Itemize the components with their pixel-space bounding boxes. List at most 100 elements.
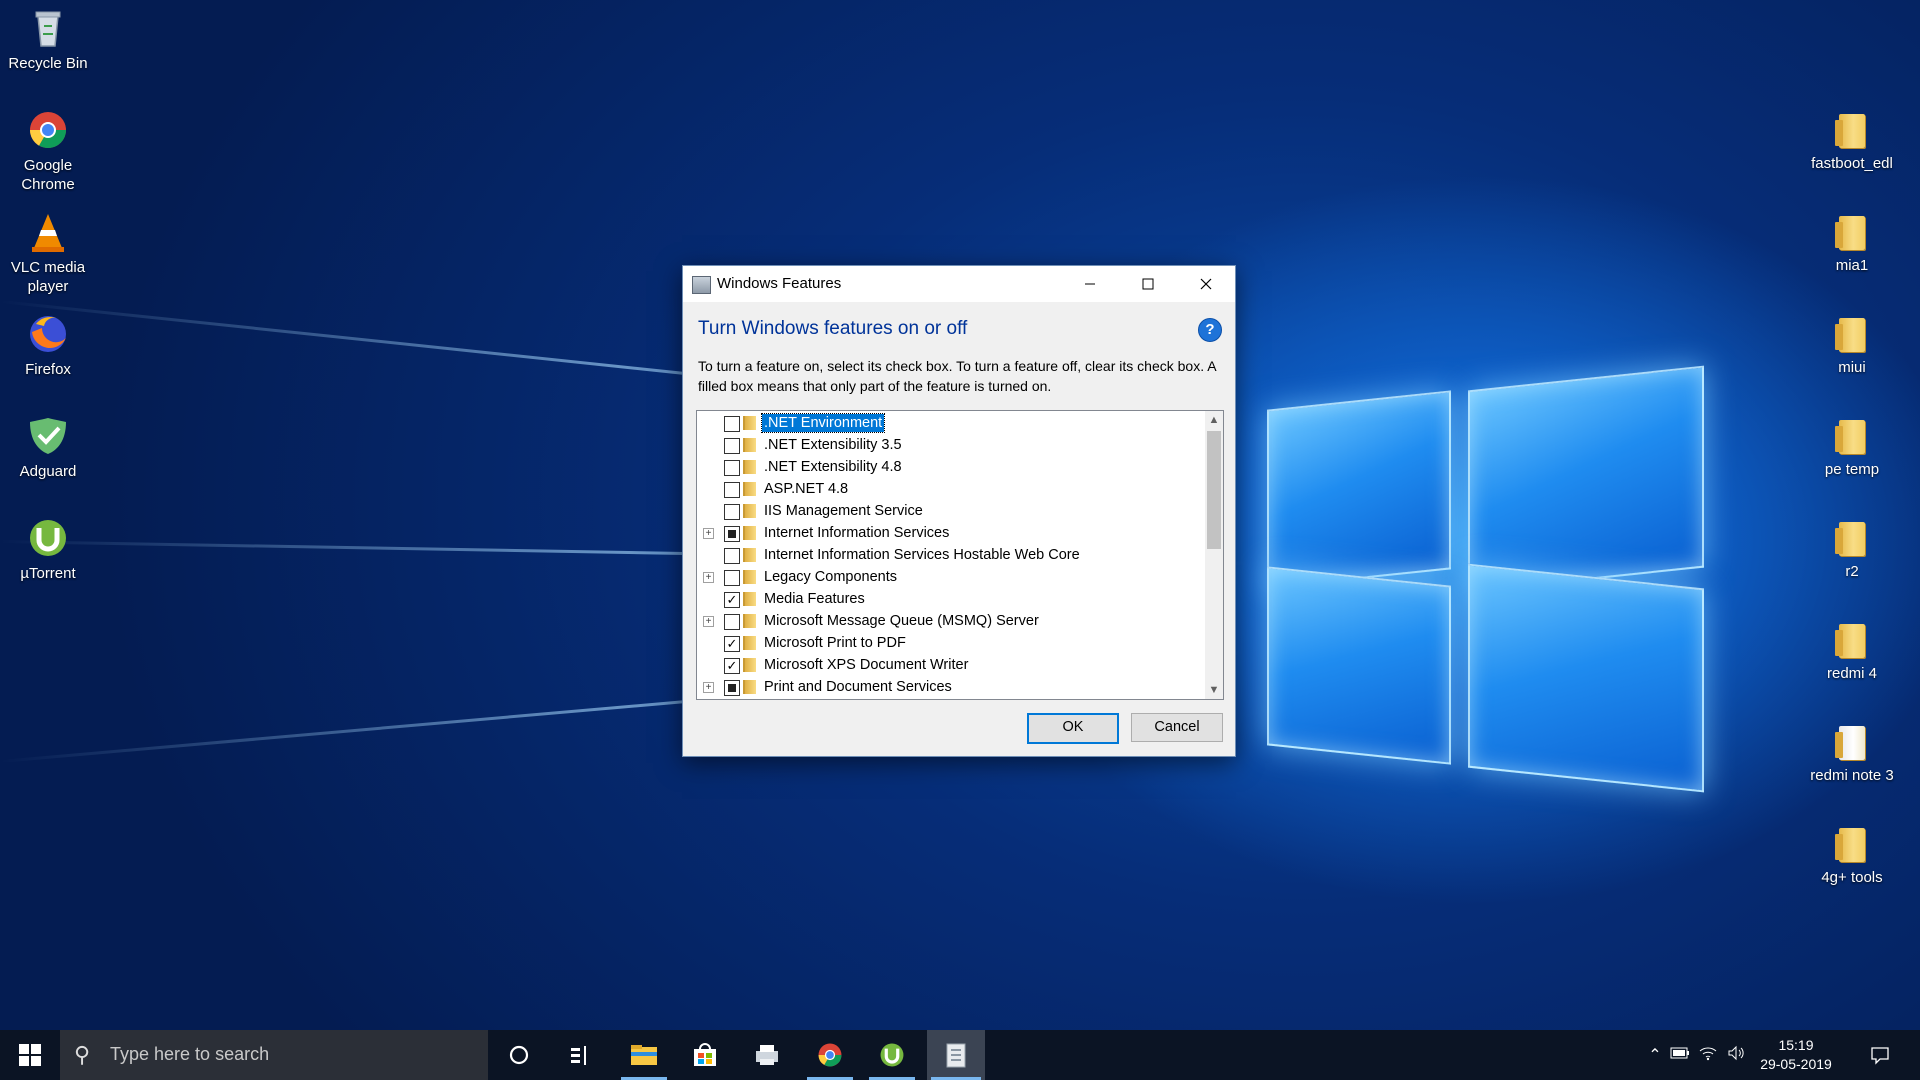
task-view-button[interactable]: [553, 1030, 607, 1080]
desktop-folder-redmi-note-3[interactable]: redmi note 3: [1804, 722, 1900, 785]
feature-row[interactable]: + Print and Document Services: [697, 677, 1202, 699]
feature-checkbox[interactable]: ✓: [724, 658, 740, 674]
scroll-down-arrow-icon[interactable]: ▼: [1205, 681, 1223, 699]
desktop-folder-redmi-4[interactable]: redmi 4: [1804, 620, 1900, 683]
action-center-button[interactable]: [1852, 1030, 1908, 1080]
taskbar-utorrent[interactable]: [865, 1030, 919, 1080]
taskbar: ⚲ Type here to search ⌃ 15:19 29-05-2019: [0, 1030, 1920, 1080]
desktop-folder-fastboot-edl[interactable]: fastboot_edl: [1804, 110, 1900, 173]
volume-icon[interactable]: [1722, 1045, 1750, 1066]
feature-label[interactable]: .NET Environment: [760, 413, 886, 433]
taskbar-clock[interactable]: 15:19 29-05-2019: [1754, 1036, 1838, 1074]
taskbar-printer-app[interactable]: [740, 1030, 794, 1080]
expand-plus-icon[interactable]: +: [703, 682, 714, 693]
printer-icon: [756, 1045, 778, 1065]
feature-checkbox[interactable]: [724, 504, 740, 520]
desktop-icon-firefox[interactable]: Firefox: [0, 312, 96, 379]
feature-row[interactable]: Internet Information Services Hostable W…: [697, 545, 1202, 567]
start-button[interactable]: [0, 1030, 60, 1080]
feature-label[interactable]: .NET Extensibility 4.8: [762, 458, 904, 476]
expand-plus-icon[interactable]: +: [703, 528, 714, 539]
feature-checkbox[interactable]: [724, 482, 740, 498]
minimize-button[interactable]: [1061, 266, 1119, 302]
ok-button[interactable]: OK: [1027, 713, 1119, 744]
taskbar-file-explorer[interactable]: [617, 1030, 671, 1080]
feature-checkbox[interactable]: [724, 548, 740, 564]
taskbar-windows-features[interactable]: [927, 1030, 985, 1080]
taskbar-search-box[interactable]: ⚲ Type here to search: [60, 1030, 488, 1080]
feature-row[interactable]: ✓ Media Features: [697, 589, 1202, 611]
desktop-icon-adguard[interactable]: Adguard: [0, 414, 96, 481]
desktop-folder-r2[interactable]: r2: [1804, 518, 1900, 581]
desktop-icon-recycle-bin[interactable]: Recycle Bin: [0, 6, 96, 73]
feature-row[interactable]: + Legacy Components: [697, 567, 1202, 589]
scroll-up-arrow-icon[interactable]: ▲: [1205, 411, 1223, 429]
desktop-icon-vlc[interactable]: VLC media player: [0, 210, 96, 296]
folder-icon: [1835, 824, 1869, 864]
maximize-button[interactable]: [1119, 266, 1177, 302]
feature-label[interactable]: Microsoft XPS Document Writer: [762, 656, 970, 674]
feature-row[interactable]: ASP.NET 4.8: [697, 479, 1202, 501]
wifi-icon[interactable]: [1694, 1045, 1722, 1066]
feature-label[interactable]: Internet Information Services: [762, 524, 951, 542]
feature-row[interactable]: ✓ Microsoft XPS Document Writer: [697, 655, 1202, 677]
taskbar-microsoft-store[interactable]: [678, 1030, 732, 1080]
clock-date: 29-05-2019: [1760, 1056, 1832, 1072]
show-hidden-icons-chevron-up-icon[interactable]: ⌃: [1644, 1045, 1666, 1065]
cancel-button[interactable]: Cancel: [1131, 713, 1223, 742]
desktop-folder-miui[interactable]: miui: [1804, 314, 1900, 377]
feature-label[interactable]: Legacy Components: [762, 568, 899, 586]
feature-checkbox[interactable]: [724, 526, 740, 542]
desktop-icon-utorrent[interactable]: µTorrent: [0, 516, 96, 583]
chrome-icon: [818, 1043, 842, 1067]
features-tree[interactable]: .NET Environment .NET Extensibility 3.5 .N…: [696, 410, 1224, 700]
feature-row[interactable]: IIS Management Service: [697, 501, 1202, 523]
feature-label[interactable]: Internet Information Services Hostable W…: [762, 546, 1082, 564]
feature-row[interactable]: ✓ Microsoft Print to PDF: [697, 633, 1202, 655]
desktop-folder-4g-tools[interactable]: 4g+ tools: [1804, 824, 1900, 887]
help-icon[interactable]: ?: [1198, 318, 1222, 342]
feature-label[interactable]: Print and Document Services: [762, 678, 954, 696]
feature-label[interactable]: .NET Extensibility 3.5: [762, 436, 904, 454]
scroll-thumb[interactable]: [1207, 431, 1221, 549]
expand-plus-icon[interactable]: +: [703, 572, 714, 583]
feature-row[interactable]: + Microsoft Message Queue (MSMQ) Server: [697, 611, 1202, 633]
feature-label[interactable]: Media Features: [762, 590, 867, 608]
folder-icon: [743, 504, 756, 518]
feature-label[interactable]: Microsoft Print to PDF: [762, 634, 908, 652]
folder-icon: [743, 680, 756, 694]
cortana-button[interactable]: [492, 1030, 546, 1080]
feature-checkbox[interactable]: [724, 570, 740, 586]
feature-row[interactable]: .NET Extensibility 4.8: [697, 457, 1202, 479]
desktop-folder-pe-temp[interactable]: pe temp: [1804, 416, 1900, 479]
dialog-titlebar[interactable]: Windows Features: [683, 266, 1235, 302]
notification-icon: [1871, 1047, 1889, 1065]
chrome-icon: [26, 108, 70, 152]
maximize-icon: [1142, 278, 1154, 290]
feature-checkbox[interactable]: ✓: [724, 636, 740, 652]
tree-scrollbar[interactable]: ▲ ▼: [1205, 411, 1223, 699]
folder-icon: [743, 438, 756, 452]
feature-row[interactable]: + Internet Information Services: [697, 523, 1202, 545]
feature-label[interactable]: Microsoft Message Queue (MSMQ) Server: [762, 612, 1041, 630]
feature-row[interactable]: .NET Extensibility 3.5: [697, 435, 1202, 457]
taskbar-chrome[interactable]: [803, 1030, 857, 1080]
utorrent-icon: [880, 1043, 904, 1067]
feature-row[interactable]: .NET Environment: [697, 413, 1202, 435]
feature-checkbox[interactable]: [724, 614, 740, 630]
expand-plus-icon[interactable]: +: [703, 616, 714, 627]
utorrent-icon: [26, 516, 70, 560]
feature-checkbox[interactable]: [724, 438, 740, 454]
feature-checkbox[interactable]: [724, 416, 740, 432]
battery-icon[interactable]: [1666, 1046, 1694, 1064]
folder-icon: [743, 482, 756, 496]
feature-checkbox[interactable]: ✓: [724, 592, 740, 608]
close-button[interactable]: [1177, 266, 1235, 302]
feature-checkbox[interactable]: [724, 680, 740, 696]
feature-label[interactable]: IIS Management Service: [762, 502, 925, 520]
feature-checkbox[interactable]: [724, 460, 740, 476]
feature-label[interactable]: ASP.NET 4.8: [762, 480, 850, 498]
desktop-icon-google-chrome[interactable]: Google Chrome: [0, 108, 96, 194]
dialog-description: To turn a feature on, select its check b…: [698, 358, 1216, 394]
desktop-folder-mia1[interactable]: mia1: [1804, 212, 1900, 275]
